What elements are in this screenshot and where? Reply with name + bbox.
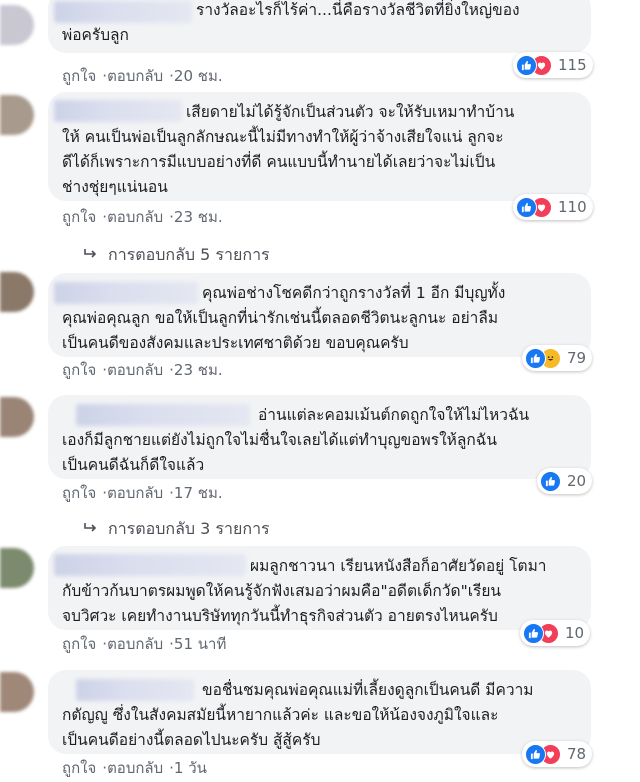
reply-button[interactable]: ตอบกลับ xyxy=(107,484,163,502)
avatar[interactable] xyxy=(0,397,34,437)
timestamp[interactable]: 1 วัน xyxy=(174,759,207,777)
author-name-redacted[interactable] xyxy=(54,100,182,122)
timestamp[interactable]: 20 ชม. xyxy=(174,67,223,85)
avatar[interactable] xyxy=(0,548,34,588)
like-button[interactable]: ถูกใจ xyxy=(62,635,96,653)
reaction-summary[interactable]: 115 xyxy=(513,52,593,78)
view-replies-link[interactable]: การตอบกลับ 5 รายการ xyxy=(84,243,270,268)
view-replies-label: การตอบกลับ 3 รายการ xyxy=(108,519,270,538)
comment-bubble: คุณพ่อช่างโชคดีกว่าถูกรางวัลที่ 1 อีก มี… xyxy=(48,273,591,357)
reaction-count: 110 xyxy=(558,198,587,216)
reaction-count: 20 xyxy=(567,472,587,490)
reaction-summary[interactable]: 20 xyxy=(537,468,593,494)
like-button[interactable]: ถูกใจ xyxy=(62,67,96,85)
reaction-summary[interactable]: 10 xyxy=(520,620,591,646)
reaction-count: 79 xyxy=(567,349,587,367)
like-button[interactable]: ถูกใจ xyxy=(62,484,96,502)
reply-arrow-icon xyxy=(84,248,98,264)
like-reaction-icon xyxy=(523,622,544,644)
reply-button[interactable]: ตอบกลับ xyxy=(107,361,163,379)
reply-arrow-icon xyxy=(84,522,98,538)
author-name-redacted[interactable] xyxy=(54,1,192,23)
avatar[interactable] xyxy=(0,5,34,45)
reply-button[interactable]: ตอบกลับ xyxy=(107,67,163,85)
like-button[interactable]: ถูกใจ xyxy=(62,208,96,226)
comment-bubble: ผมลูกชาวนา เรียนหนังสือก็อาศัยวัดอยู่ โต… xyxy=(48,546,591,630)
like-reaction-icon xyxy=(540,470,561,492)
reaction-count: 78 xyxy=(567,745,587,763)
author-name-redacted[interactable] xyxy=(76,404,250,426)
comment-actions: ถูกใจ ·ตอบกลับ ·17 ชม. xyxy=(62,481,223,505)
timestamp[interactable]: 23 ชม. xyxy=(174,208,223,226)
reaction-summary[interactable]: 79 xyxy=(522,345,593,371)
comment-bubble: ขอชื่นชมคุณพ่อคุณแม่ที่เลี้ยงดูลูกเป็นคน… xyxy=(48,670,591,754)
comment-actions: ถูกใจ ·ตอบกลับ ·20 ชม. xyxy=(62,64,223,88)
like-button[interactable]: ถูกใจ xyxy=(62,759,96,777)
reaction-count: 10 xyxy=(565,624,585,642)
reply-button[interactable]: ตอบกลับ xyxy=(107,635,163,653)
avatar[interactable] xyxy=(0,672,34,712)
comment-bubble: อ่านแต่ละคอมเม้นต์กดถูกใจให้ไม่ไหวฉัน เอ… xyxy=(48,395,591,479)
comment-actions: ถูกใจ ·ตอบกลับ ·51 นาที xyxy=(62,632,226,656)
comment-actions: ถูกใจ ·ตอบกลับ ·23 ชม. xyxy=(62,358,223,382)
like-reaction-icon xyxy=(525,743,546,765)
reaction-summary[interactable]: 110 xyxy=(513,194,593,220)
timestamp[interactable]: 23 ชม. xyxy=(174,361,223,379)
avatar[interactable] xyxy=(0,95,34,135)
timestamp[interactable]: 51 นาที xyxy=(174,635,226,653)
comment-bubble: รางวัลอะไรก็ไร้ค่า...นี่คือรางวัลชีวิตที… xyxy=(48,0,591,53)
reply-button[interactable]: ตอบกลับ xyxy=(107,759,163,777)
author-name-redacted[interactable] xyxy=(54,282,198,304)
reaction-summary[interactable]: 78 xyxy=(522,741,593,767)
like-reaction-icon xyxy=(516,196,537,218)
view-replies-link[interactable]: การตอบกลับ 3 รายการ xyxy=(84,517,270,542)
author-name-redacted[interactable] xyxy=(76,679,194,701)
like-button[interactable]: ถูกใจ xyxy=(62,361,96,379)
avatar[interactable] xyxy=(0,272,34,312)
comment-actions: ถูกใจ ·ตอบกลับ ·1 วัน xyxy=(62,756,207,780)
reply-button[interactable]: ตอบกลับ xyxy=(107,208,163,226)
comment-actions: ถูกใจ ·ตอบกลับ ·23 ชม. xyxy=(62,205,223,229)
like-reaction-icon xyxy=(516,54,537,76)
comment-bubble: เสียดายไม่ได้รู้จักเป็นส่วนตัว จะให้รับเ… xyxy=(48,92,591,201)
timestamp[interactable]: 17 ชม. xyxy=(174,484,223,502)
like-reaction-icon xyxy=(525,347,546,369)
reaction-count: 115 xyxy=(558,56,587,74)
author-name-redacted[interactable] xyxy=(54,554,246,576)
view-replies-label: การตอบกลับ 5 รายการ xyxy=(108,245,270,264)
